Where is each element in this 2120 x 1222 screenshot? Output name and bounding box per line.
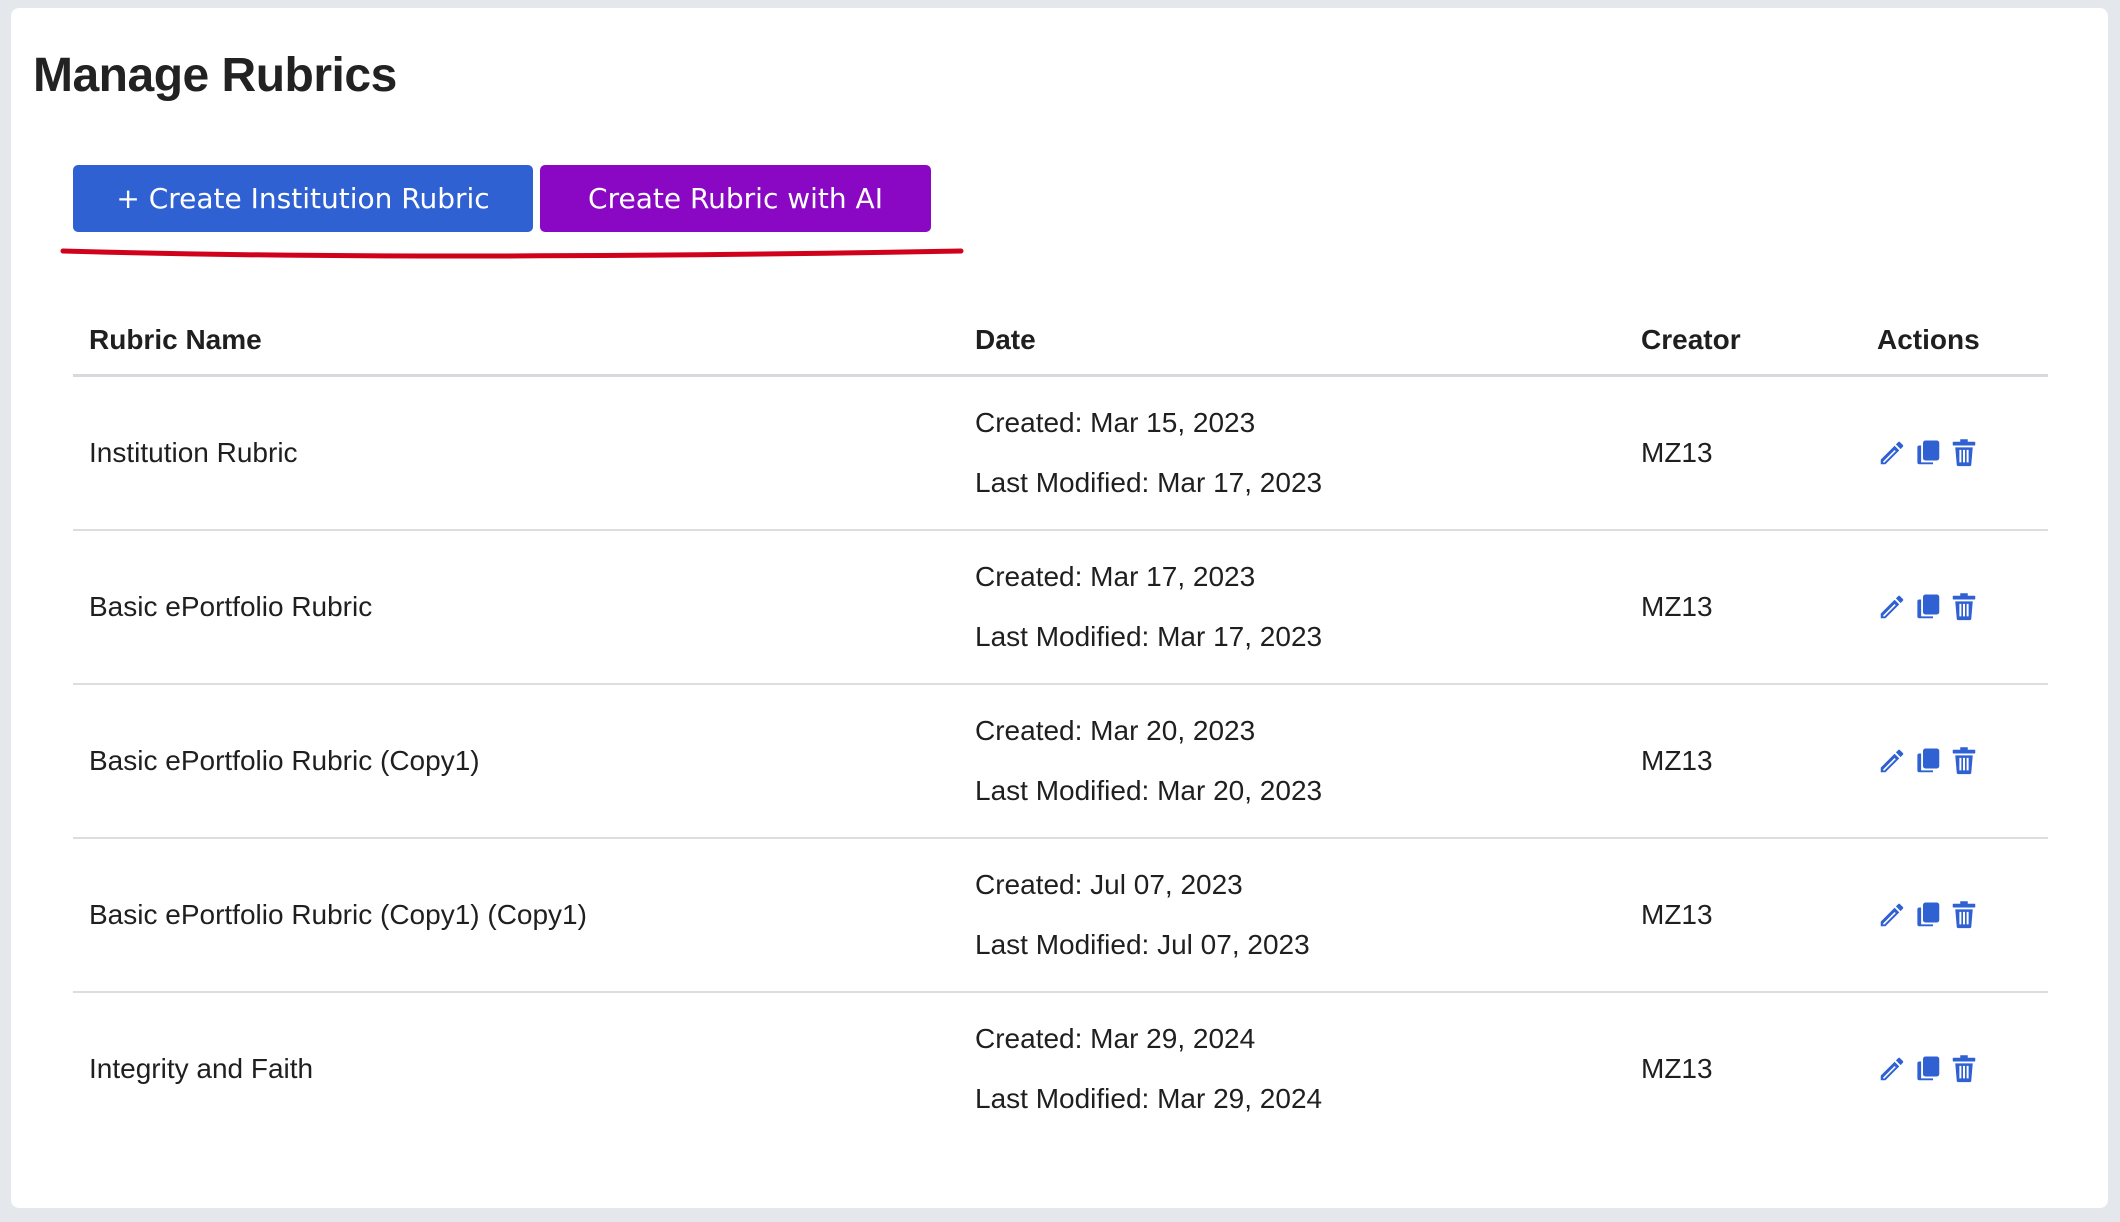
row-actions — [1877, 745, 2048, 777]
copy-icon[interactable] — [1913, 1053, 1943, 1085]
rubric-name: Basic ePortfolio Rubric — [89, 591, 373, 622]
edit-icon[interactable] — [1877, 437, 1907, 469]
rubric-name-cell: Basic ePortfolio Rubric — [73, 530, 959, 685]
table-row: Institution Rubric Created: Mar 15, 2023… — [73, 375, 2048, 531]
date-cell: Created: Mar 15, 2023 Last Modified: Mar… — [959, 375, 1625, 531]
actions-cell — [1861, 684, 2048, 839]
page-title: Manage Rubrics — [33, 49, 397, 102]
date-cell: Created: Mar 29, 2024 Last Modified: Mar… — [959, 992, 1625, 1145]
modified-date: Last Modified: Mar 17, 2023 — [975, 467, 1323, 498]
created-date: Created: Mar 29, 2024 — [975, 1023, 1256, 1054]
header-actions: Actions — [1861, 306, 2048, 377]
row-actions — [1877, 437, 2048, 469]
header-creator: Creator — [1625, 306, 1861, 377]
create-institution-rubric-button[interactable]: + Create Institution Rubric — [73, 165, 533, 232]
actions-cell — [1861, 992, 2048, 1145]
creator-cell: MZ13 — [1625, 684, 1861, 839]
create-rubric-ai-button[interactable]: Create Rubric with AI — [540, 165, 931, 232]
row-actions — [1877, 899, 2048, 931]
rubric-name-cell: Integrity and Faith — [73, 992, 959, 1145]
trash-icon[interactable] — [1949, 745, 1979, 777]
edit-icon[interactable] — [1877, 591, 1907, 623]
creator-cell: MZ13 — [1625, 838, 1861, 993]
rubric-name: Basic ePortfolio Rubric (Copy1) (Copy1) — [89, 899, 587, 930]
rubric-name: Basic ePortfolio Rubric (Copy1) — [89, 745, 480, 776]
edit-icon[interactable] — [1877, 745, 1907, 777]
table-row: Basic ePortfolio Rubric Created: Mar 17,… — [73, 530, 2048, 685]
creator: MZ13 — [1641, 591, 1713, 622]
creator: MZ13 — [1641, 1053, 1713, 1084]
rubric-name: Integrity and Faith — [89, 1053, 314, 1084]
date-cell: Created: Mar 17, 2023 Last Modified: Mar… — [959, 530, 1625, 685]
actions-cell — [1861, 375, 2048, 531]
trash-icon[interactable] — [1949, 899, 1979, 931]
header-rubric-name: Rubric Name — [73, 306, 959, 377]
date-cell: Created: Mar 20, 2023 Last Modified: Mar… — [959, 684, 1625, 839]
rubric-name: Institution Rubric — [89, 437, 298, 468]
copy-icon[interactable] — [1913, 899, 1943, 931]
trash-icon[interactable] — [1949, 1053, 1979, 1085]
creator-cell: MZ13 — [1625, 375, 1861, 531]
row-actions — [1877, 1053, 2048, 1085]
created-date: Created: Mar 17, 2023 — [975, 561, 1256, 592]
edit-icon[interactable] — [1877, 1053, 1907, 1085]
actions-cell — [1861, 838, 2048, 993]
modified-date: Last Modified: Mar 17, 2023 — [975, 621, 1323, 652]
table-row: Basic ePortfolio Rubric (Copy1) Created:… — [73, 684, 2048, 839]
table-row: Integrity and Faith Created: Mar 29, 202… — [73, 992, 2048, 1145]
rubric-name-cell: Basic ePortfolio Rubric (Copy1) — [73, 684, 959, 839]
rubrics-panel: Manage Rubrics + Create Institution Rubr… — [11, 8, 2108, 1208]
creator: MZ13 — [1641, 899, 1713, 930]
modified-date: Last Modified: Mar 20, 2023 — [975, 775, 1323, 806]
created-date: Created: Mar 15, 2023 — [975, 407, 1256, 438]
creator: MZ13 — [1641, 437, 1713, 468]
copy-icon[interactable] — [1913, 591, 1943, 623]
edit-icon[interactable] — [1877, 899, 1907, 931]
table-header-row: Rubric Name Date Creator Actions — [73, 306, 2048, 377]
row-actions — [1877, 591, 2048, 623]
date-cell: Created: Jul 07, 2023 Last Modified: Jul… — [959, 838, 1625, 993]
copy-icon[interactable] — [1913, 745, 1943, 777]
header-date: Date — [959, 306, 1625, 377]
table-row: Basic ePortfolio Rubric (Copy1) (Copy1) … — [73, 838, 2048, 993]
rubric-name-cell: Basic ePortfolio Rubric (Copy1) (Copy1) — [73, 838, 959, 993]
creator-cell: MZ13 — [1625, 530, 1861, 685]
modified-date: Last Modified: Mar 29, 2024 — [975, 1083, 1323, 1114]
trash-icon[interactable] — [1949, 437, 1979, 469]
modified-date: Last Modified: Jul 07, 2023 — [975, 929, 1310, 960]
created-date: Created: Mar 20, 2023 — [975, 715, 1256, 746]
copy-icon[interactable] — [1913, 437, 1943, 469]
actions-cell — [1861, 530, 2048, 685]
trash-icon[interactable] — [1949, 591, 1979, 623]
rubrics-table: Rubric Name Date Creator Actions Institu… — [73, 306, 2048, 1145]
creator: MZ13 — [1641, 745, 1713, 776]
rubric-name-cell: Institution Rubric — [73, 375, 959, 531]
creator-cell: MZ13 — [1625, 992, 1861, 1145]
created-date: Created: Jul 07, 2023 — [975, 869, 1243, 900]
